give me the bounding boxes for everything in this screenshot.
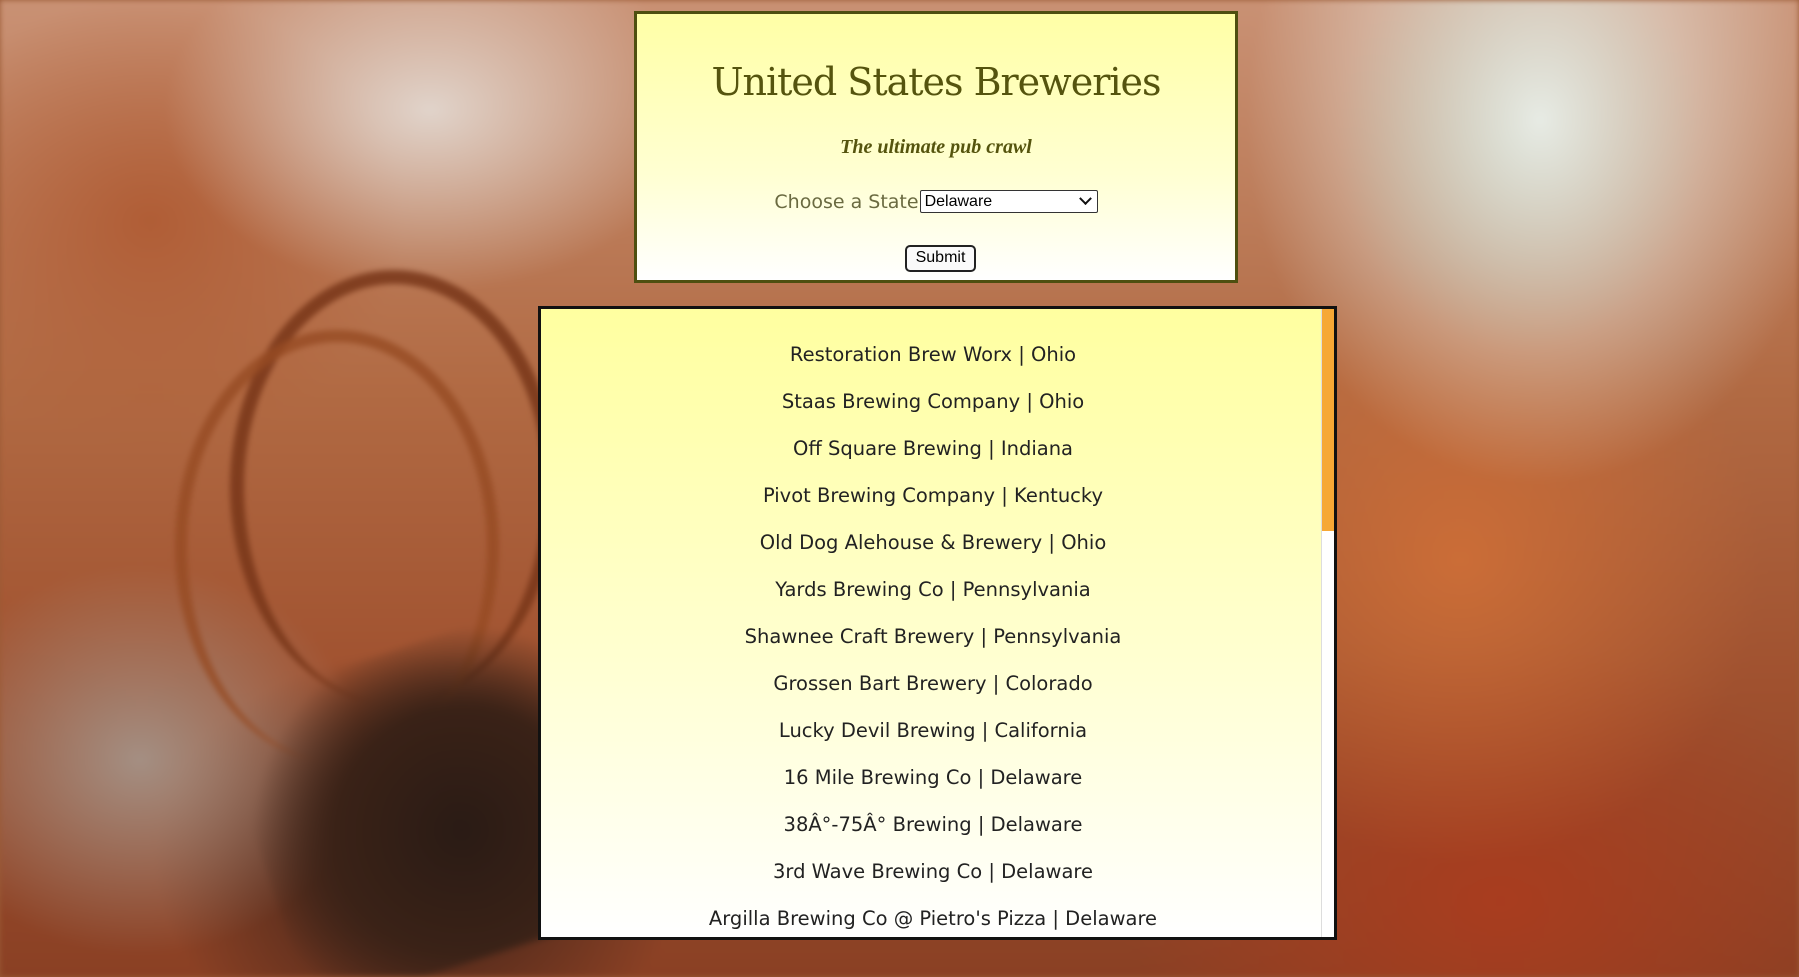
brewery-list-item: 16 Mile Brewing Co | Delaware	[783, 766, 1083, 789]
brewery-list-item: Restoration Brew Worx | Ohio	[789, 343, 1077, 366]
brewery-list-item: Grossen Bart Brewery | Colorado	[773, 672, 1093, 695]
state-select[interactable]: Delaware	[919, 190, 1098, 213]
brewery-list-item: Shawnee Craft Brewery | Pennsylvania	[744, 625, 1122, 648]
scrollbar[interactable]	[1321, 309, 1334, 937]
results-panel[interactable]: Restoration Brew Worx | Ohio Staas Brewin…	[538, 306, 1337, 940]
brewery-list-item: Lucky Devil Brewing | California	[778, 719, 1088, 742]
header-card: United States Breweries The ultimate pub…	[634, 11, 1238, 283]
state-label: Choose a State	[774, 190, 919, 213]
submit-button[interactable]: Submit	[905, 245, 976, 272]
brewery-list-item: Pivot Brewing Company | Kentucky	[762, 484, 1104, 507]
scrollbar-thumb[interactable]	[1322, 309, 1334, 531]
brewery-list-item: 38Â°-75Â° Brewing | Delaware	[783, 813, 1083, 836]
brewery-list-item: Yards Brewing Co | Pennsylvania	[775, 578, 1091, 601]
chevron-down-icon	[1078, 192, 1092, 206]
brewery-list-item: Argilla Brewing Co @ Pietro's Pizza | De…	[708, 907, 1158, 930]
brewery-list-item: Staas Brewing Company | Ohio	[781, 390, 1085, 413]
brewery-list-item: Old Dog Alehouse & Brewery | Ohio	[759, 531, 1107, 554]
page-title: United States Breweries	[711, 60, 1161, 104]
results-list: Restoration Brew Worx | Ohio Staas Brewin…	[541, 309, 1325, 937]
state-select-value: Delaware	[924, 192, 993, 210]
brewery-list-item: 3rd Wave Brewing Co | Delaware	[772, 860, 1094, 883]
page-subtitle: The ultimate pub crawl	[840, 136, 1032, 158]
state-chooser: Choose a State Delaware	[637, 190, 1235, 213]
brewery-list-item: Off Square Brewing | Indiana	[792, 437, 1074, 460]
